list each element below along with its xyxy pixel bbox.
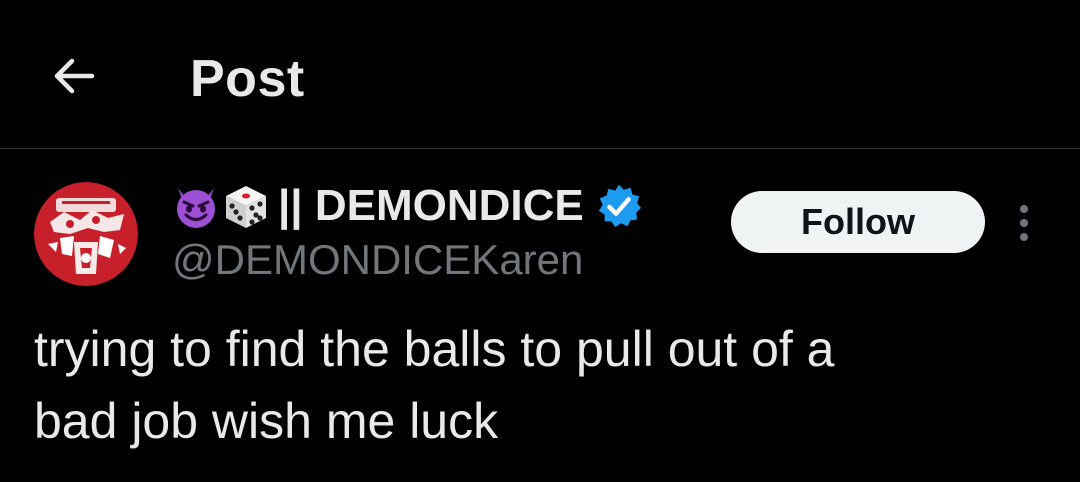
follow-button[interactable]: Follow bbox=[731, 191, 985, 253]
smiling-imp-icon bbox=[177, 188, 215, 228]
avatar[interactable] bbox=[34, 182, 138, 286]
more-options-button[interactable] bbox=[1002, 198, 1046, 248]
page-title: Post bbox=[190, 50, 305, 108]
post-text: trying to find the balls to pull out of … bbox=[34, 321, 835, 449]
arrow-left-icon bbox=[54, 58, 95, 94]
avatar-image bbox=[34, 182, 138, 286]
top-bar: Post bbox=[0, 0, 1080, 148]
verified-badge-icon bbox=[598, 184, 641, 228]
more-vertical-icon bbox=[1020, 205, 1028, 241]
author-handle[interactable]: @DEMONDICEKaren bbox=[172, 236, 583, 284]
header-divider bbox=[0, 148, 1080, 149]
back-button[interactable] bbox=[46, 48, 102, 104]
display-name: || DEMONDICE bbox=[278, 181, 584, 230]
author-name-row[interactable]: || DEMONDICE bbox=[172, 180, 642, 232]
game-die-icon bbox=[226, 186, 266, 228]
